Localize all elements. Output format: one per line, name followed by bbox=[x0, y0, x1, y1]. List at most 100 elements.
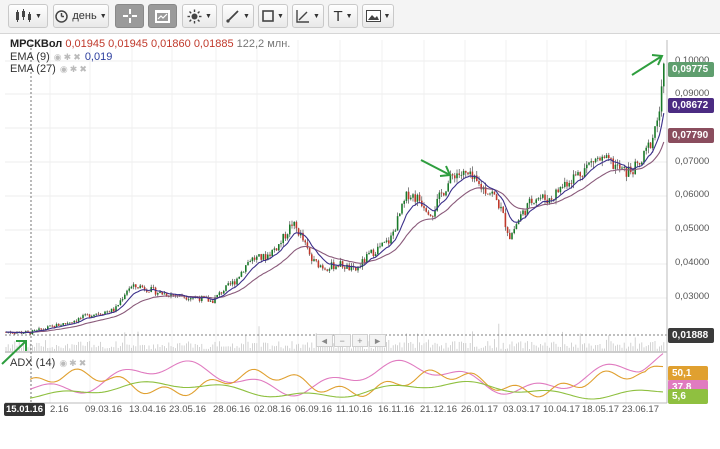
chart-type-button[interactable]: ▼ bbox=[8, 4, 48, 28]
zoom-out-button[interactable]: − bbox=[333, 334, 351, 347]
legend-toggle-button[interactable] bbox=[148, 4, 177, 28]
candle-body bbox=[262, 254, 265, 260]
zoom-in-button[interactable]: + bbox=[351, 334, 369, 347]
chevron-down-icon: ▼ bbox=[205, 12, 212, 20]
scroll-left-button[interactable]: ◄ bbox=[316, 334, 333, 347]
candle-body bbox=[69, 322, 71, 324]
candle-body bbox=[251, 257, 254, 262]
gear-icon[interactable]: ✱ bbox=[69, 358, 77, 368]
candle-body bbox=[506, 227, 509, 233]
close-icon[interactable]: ✖ bbox=[79, 64, 87, 74]
shape-tool-button[interactable]: ▼ bbox=[258, 4, 288, 28]
candle-body bbox=[229, 283, 232, 285]
legend-ema27[interactable]: EMA (27) ◉ ✱ ✖ bbox=[10, 63, 88, 75]
candle-body bbox=[308, 247, 311, 255]
candle-body bbox=[99, 313, 102, 315]
price-chart[interactable] bbox=[0, 34, 720, 449]
candle-body bbox=[234, 281, 236, 285]
candle-body bbox=[295, 221, 298, 229]
candle-body bbox=[537, 198, 540, 200]
candle-body bbox=[284, 233, 287, 239]
candle-body bbox=[366, 254, 368, 263]
eye-icon[interactable]: ◉ bbox=[59, 358, 67, 368]
candle-body bbox=[163, 293, 166, 295]
candle-body bbox=[258, 254, 260, 257]
candle-body bbox=[187, 299, 190, 301]
candle-body bbox=[594, 158, 597, 163]
candle-body bbox=[550, 198, 553, 200]
line-tool-button[interactable]: ▼ bbox=[222, 4, 254, 28]
image-tool-button[interactable]: ▼ bbox=[362, 4, 394, 28]
fibonacci-tool-button[interactable]: ▼ bbox=[292, 4, 324, 28]
candle-body bbox=[500, 206, 502, 209]
candle-body bbox=[586, 164, 588, 169]
candle-body bbox=[311, 254, 313, 262]
candle-body bbox=[225, 285, 227, 291]
candle-body bbox=[396, 216, 399, 231]
candle-body bbox=[533, 202, 535, 204]
candle-body bbox=[581, 176, 584, 177]
candle-body bbox=[469, 171, 471, 175]
candle-body bbox=[88, 314, 91, 318]
open-value: 0,01945 bbox=[65, 38, 106, 50]
symbol-name: МРСКВол bbox=[10, 38, 63, 50]
candle-body bbox=[663, 63, 665, 87]
candle-body bbox=[401, 203, 403, 214]
close-value: 0,01885 bbox=[193, 38, 234, 50]
candle-body bbox=[599, 157, 601, 161]
candle-body bbox=[220, 292, 223, 294]
candle-body bbox=[286, 234, 289, 239]
rectangle-icon bbox=[262, 10, 274, 22]
candle-body bbox=[223, 290, 225, 294]
legend-ema9[interactable]: EMA (9) ◉ ✱ ✖ 0,019 bbox=[10, 51, 112, 63]
eye-icon[interactable]: ◉ bbox=[60, 64, 68, 74]
candle-body bbox=[568, 183, 570, 187]
adx-value-tag: 5,6 bbox=[668, 389, 708, 404]
period-button[interactable]: день ▼ bbox=[53, 4, 109, 28]
candle-body bbox=[370, 249, 372, 253]
candle-body bbox=[183, 296, 185, 298]
candle-body bbox=[385, 240, 388, 242]
candle-body bbox=[212, 300, 214, 304]
candle-body bbox=[128, 288, 130, 291]
candle-body bbox=[344, 267, 346, 269]
indicators-button[interactable]: ▼ bbox=[182, 4, 217, 28]
candle-body bbox=[528, 198, 531, 204]
candle-body bbox=[515, 224, 518, 230]
candle-body bbox=[260, 254, 262, 260]
close-icon[interactable]: ✖ bbox=[73, 52, 81, 62]
crosshair-button[interactable] bbox=[115, 4, 144, 28]
text-tool-button[interactable]: T ▼ bbox=[328, 4, 358, 28]
gear-icon[interactable]: ✱ bbox=[64, 52, 72, 62]
candle-body bbox=[253, 257, 256, 260]
candle-body bbox=[416, 194, 419, 202]
scroll-right-button[interactable]: ► bbox=[369, 334, 386, 347]
candle-body bbox=[324, 268, 326, 270]
candle-body bbox=[264, 254, 267, 261]
candle-body bbox=[425, 208, 427, 212]
candle-body bbox=[135, 284, 137, 288]
candle-body bbox=[588, 162, 590, 165]
chevron-down-icon: ▼ bbox=[277, 12, 284, 20]
candle-body bbox=[561, 186, 564, 188]
candle-body bbox=[460, 174, 463, 176]
eye-icon[interactable]: ◉ bbox=[54, 52, 62, 62]
candle-body bbox=[377, 246, 379, 255]
legend-adx[interactable]: ADX (14) ◉ ✱ ✖ bbox=[10, 357, 87, 369]
chevron-down-icon: ▼ bbox=[99, 12, 107, 20]
arrow-annotation-end bbox=[631, 54, 664, 76]
candle-body bbox=[77, 318, 80, 322]
candle-body bbox=[447, 183, 449, 192]
time-axis-label: 26.01.17 bbox=[461, 404, 498, 415]
gear-icon[interactable]: ✱ bbox=[70, 64, 78, 74]
candle-body bbox=[643, 150, 645, 163]
last-price-tag: 0,09775 bbox=[668, 62, 714, 77]
candle-body bbox=[489, 193, 491, 195]
candle-body bbox=[383, 241, 386, 243]
candle-body bbox=[509, 232, 511, 240]
time-axis-label: 02.08.16 bbox=[254, 404, 291, 415]
candle-body bbox=[313, 259, 315, 262]
candle-body bbox=[242, 271, 245, 273]
time-axis-label: 2.16 bbox=[50, 404, 69, 415]
close-icon[interactable]: ✖ bbox=[79, 358, 87, 368]
